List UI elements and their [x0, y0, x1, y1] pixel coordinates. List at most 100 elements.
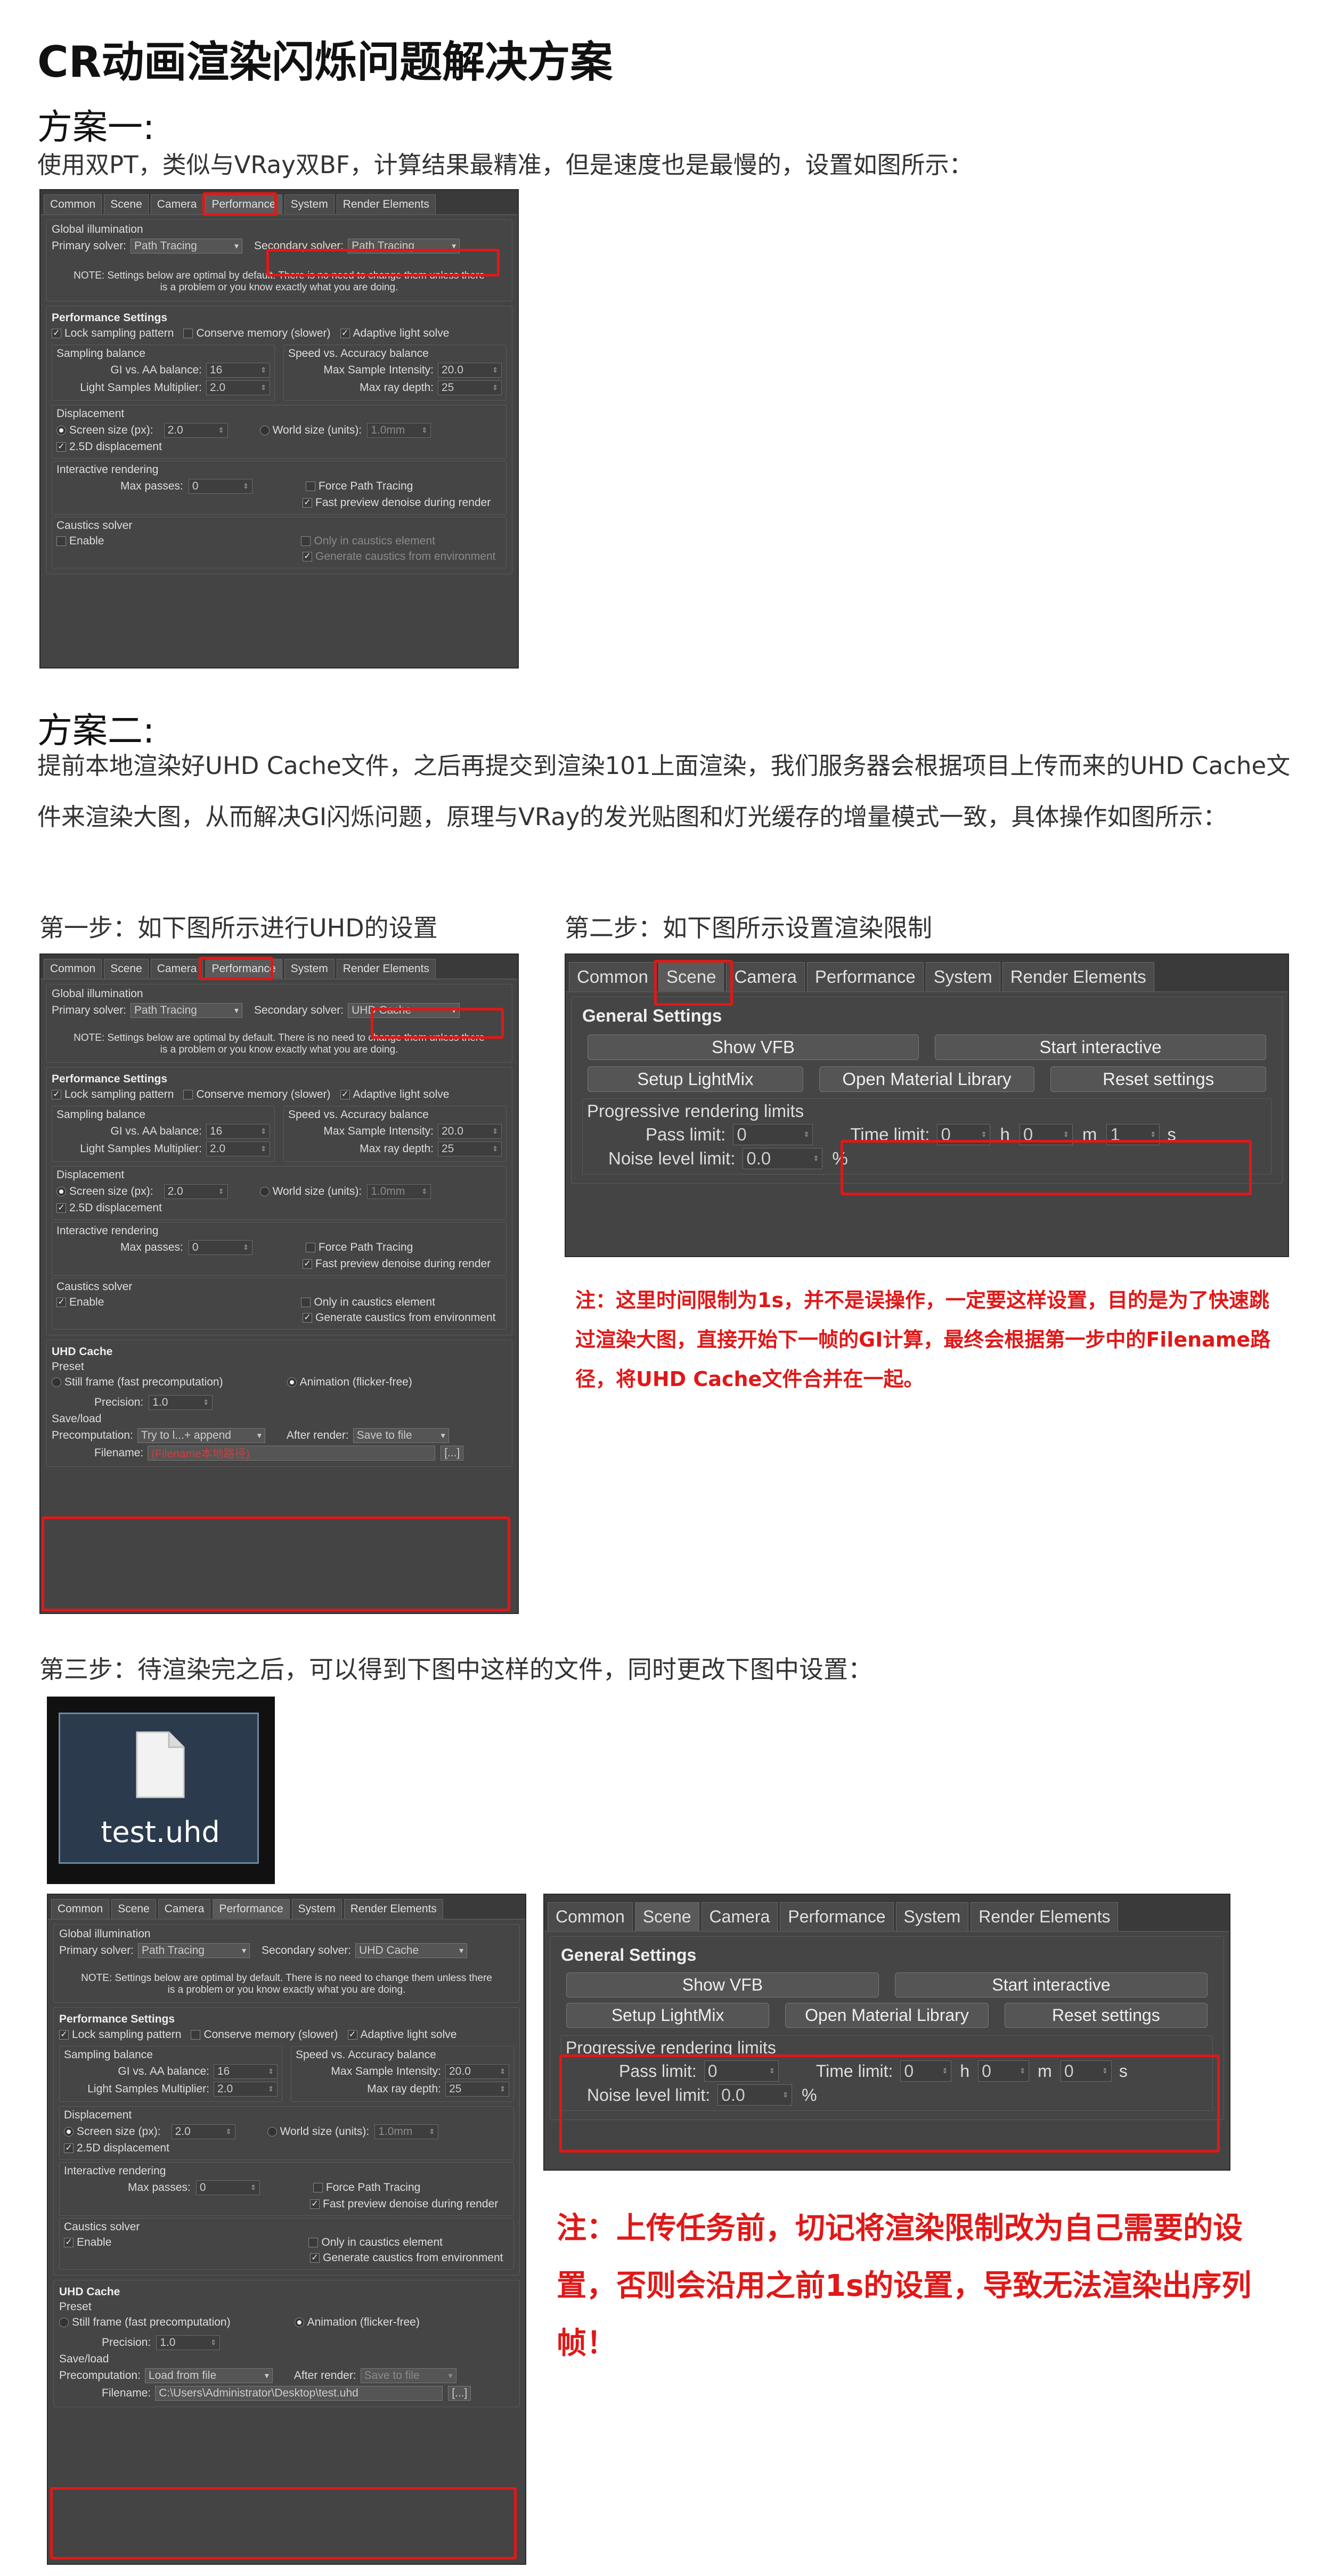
tab-camera[interactable]: Camera	[701, 1902, 778, 1931]
primary-solver-dropdown[interactable]: Path Tracing ▾	[131, 1003, 243, 1018]
tab-render-elements[interactable]: Render Elements	[336, 194, 436, 214]
reset-settings-button[interactable]: Reset settings	[1004, 2003, 1208, 2028]
tab-render-elements[interactable]: Render Elements	[336, 959, 436, 979]
world-size-spinner[interactable]: 1.0mm ⇕	[367, 1184, 431, 1199]
tab-scene[interactable]: Scene	[104, 959, 149, 979]
performance-settings-header[interactable]: Performance Settings	[52, 1073, 507, 1086]
caustics-enable-checkbox[interactable]	[56, 536, 66, 546]
fast-preview-checkbox[interactable]: ✓	[303, 1259, 312, 1269]
only-caustics-checkbox[interactable]	[301, 1298, 311, 1307]
screen-size-spinner[interactable]: 2.0 ⇕	[164, 1184, 228, 1199]
tab-common[interactable]: Common	[548, 1902, 633, 1931]
primary-solver-dropdown[interactable]: Path Tracing ▾	[131, 239, 243, 254]
tab-performance[interactable]: Performance	[213, 1899, 290, 1919]
caustics-enable-checkbox[interactable]: ✓	[56, 1298, 66, 1307]
start-interactive-button[interactable]: Start interactive	[895, 1972, 1208, 1998]
lock-sampling-checkbox[interactable]: ✓	[52, 329, 61, 338]
tab-scene[interactable]: Scene	[111, 1899, 156, 1919]
gen-caustics-checkbox[interactable]: ✓	[310, 2253, 320, 2263]
world-size-radio[interactable]	[259, 1187, 270, 1196]
tab-common[interactable]: Common	[44, 959, 102, 979]
conserve-memory-checkbox[interactable]	[183, 329, 193, 338]
performance-settings-header[interactable]: Performance Settings	[52, 312, 507, 324]
general-settings-header[interactable]: General Settings	[582, 1006, 1271, 1026]
tab-performance[interactable]: Performance	[780, 1902, 894, 1931]
lock-sampling-checkbox[interactable]: ✓	[52, 1090, 61, 1099]
tab-common[interactable]: Common	[569, 962, 656, 991]
still-frame-radio[interactable]	[59, 2318, 69, 2327]
noise-limit-spinner[interactable]: 0.0 ⇕	[743, 1148, 823, 1169]
tab-render-elements[interactable]: Render Elements	[971, 1902, 1119, 1931]
animation-radio[interactable]	[294, 2318, 304, 2327]
pass-limit-spinner[interactable]: 0 ⇕	[733, 1124, 813, 1145]
tab-system[interactable]: System	[895, 1902, 969, 1931]
adaptive-light-checkbox[interactable]: ✓	[340, 1090, 350, 1099]
force-pt-checkbox[interactable]	[305, 482, 315, 491]
adaptive-light-checkbox[interactable]: ✓	[347, 2030, 357, 2040]
max-passes-spinner[interactable]: 0 ⇕	[188, 1240, 252, 1255]
show-vfb-button[interactable]: Show VFB	[566, 1972, 879, 1998]
world-size-radio[interactable]	[259, 426, 270, 435]
primary-solver-dropdown[interactable]: Path Tracing ▾	[138, 1943, 250, 1958]
disp25-checkbox[interactable]: ✓	[56, 442, 66, 452]
tab-camera[interactable]: Camera	[158, 1899, 211, 1919]
max-sample-spinner[interactable]: 20.0 ⇕	[438, 363, 502, 378]
start-interactive-button[interactable]: Start interactive	[935, 1034, 1266, 1060]
screen-size-radio[interactable]	[56, 426, 66, 435]
force-pt-checkbox[interactable]	[305, 1243, 315, 1252]
filename-input[interactable]: (Filename本地路径)	[148, 1446, 436, 1461]
gi-aa-spinner[interactable]: 16 ⇕	[206, 1124, 270, 1139]
world-size-spinner[interactable]: 1.0mm ⇕	[374, 2124, 439, 2139]
light-mult-spinner[interactable]: 2.0 ⇕	[206, 380, 270, 395]
disp25-checkbox[interactable]: ✓	[64, 2143, 74, 2153]
filename-input[interactable]: C:\Users\Administrator\Desktop\test.uhd	[155, 2386, 443, 2401]
gi-aa-spinner[interactable]: 16 ⇕	[214, 2064, 278, 2079]
tab-common[interactable]: Common	[51, 1899, 110, 1919]
performance-settings-header[interactable]: Performance Settings	[59, 2013, 514, 2026]
conserve-memory-checkbox[interactable]	[183, 1090, 193, 1099]
gen-caustics-checkbox[interactable]: ✓	[303, 1313, 312, 1323]
only-caustics-checkbox[interactable]	[308, 2238, 319, 2247]
max-passes-spinner[interactable]: 0 ⇕	[195, 2180, 260, 2195]
open-material-library-button[interactable]: Open Material Library	[785, 2003, 989, 2028]
uhd-cache-header[interactable]: UHD Cache	[52, 1346, 507, 1358]
tab-scene[interactable]: Scene	[634, 1902, 699, 1931]
tab-system[interactable]: System	[284, 959, 335, 979]
world-size-radio[interactable]	[267, 2127, 277, 2137]
tab-scene[interactable]: Scene	[104, 194, 149, 214]
browse-button[interactable]: [...]	[448, 2386, 471, 2401]
tab-render-elements[interactable]: Render Elements	[344, 1899, 443, 1919]
precision-spinner[interactable]: 1.0 ⇕	[156, 2335, 221, 2350]
light-mult-spinner[interactable]: 2.0 ⇕	[214, 2082, 278, 2097]
screen-size-spinner[interactable]: 2.0 ⇕	[171, 2124, 235, 2139]
tab-common[interactable]: Common	[44, 194, 102, 214]
show-vfb-button[interactable]: Show VFB	[588, 1034, 919, 1060]
gi-aa-spinner[interactable]: 16 ⇕	[206, 363, 270, 378]
setup-lightmix-button[interactable]: Setup LightMix	[566, 2003, 770, 2028]
max-ray-spinner[interactable]: 25 ⇕	[438, 380, 502, 395]
tab-camera[interactable]: Camera	[726, 962, 805, 991]
precomputation-dropdown[interactable]: Load from file ▾	[144, 2368, 273, 2383]
reset-settings-button[interactable]: Reset settings	[1050, 1066, 1267, 1092]
conserve-memory-checkbox[interactable]	[191, 2030, 201, 2040]
tab-camera[interactable]: Camera	[150, 194, 203, 214]
max-sample-spinner[interactable]: 20.0 ⇕	[445, 2064, 509, 2079]
tab-camera[interactable]: Camera	[150, 959, 203, 979]
general-settings-header[interactable]: General Settings	[561, 1945, 1213, 1965]
precision-spinner[interactable]: 1.0 ⇕	[149, 1395, 213, 1410]
gen-caustics-checkbox[interactable]: ✓	[303, 552, 312, 561]
light-mult-spinner[interactable]: 2.0 ⇕	[206, 1142, 270, 1156]
still-frame-radio[interactable]	[52, 1377, 61, 1387]
after-render-dropdown[interactable]: Save to file ▾	[360, 2368, 456, 2383]
max-passes-spinner[interactable]: 0 ⇕	[188, 479, 252, 494]
screen-size-radio[interactable]	[56, 1187, 66, 1196]
fast-preview-checkbox[interactable]: ✓	[310, 2199, 320, 2209]
caustics-enable-checkbox[interactable]: ✓	[64, 2238, 74, 2247]
adaptive-light-checkbox[interactable]: ✓	[340, 329, 350, 338]
force-pt-checkbox[interactable]	[313, 2183, 323, 2192]
precomputation-dropdown[interactable]: Try to l...+ append ▾	[137, 1428, 265, 1443]
animation-radio[interactable]	[287, 1377, 297, 1387]
max-ray-spinner[interactable]: 25 ⇕	[438, 1142, 502, 1156]
world-size-spinner[interactable]: 1.0mm ⇕	[367, 423, 431, 438]
open-material-library-button[interactable]: Open Material Library	[819, 1066, 1035, 1092]
